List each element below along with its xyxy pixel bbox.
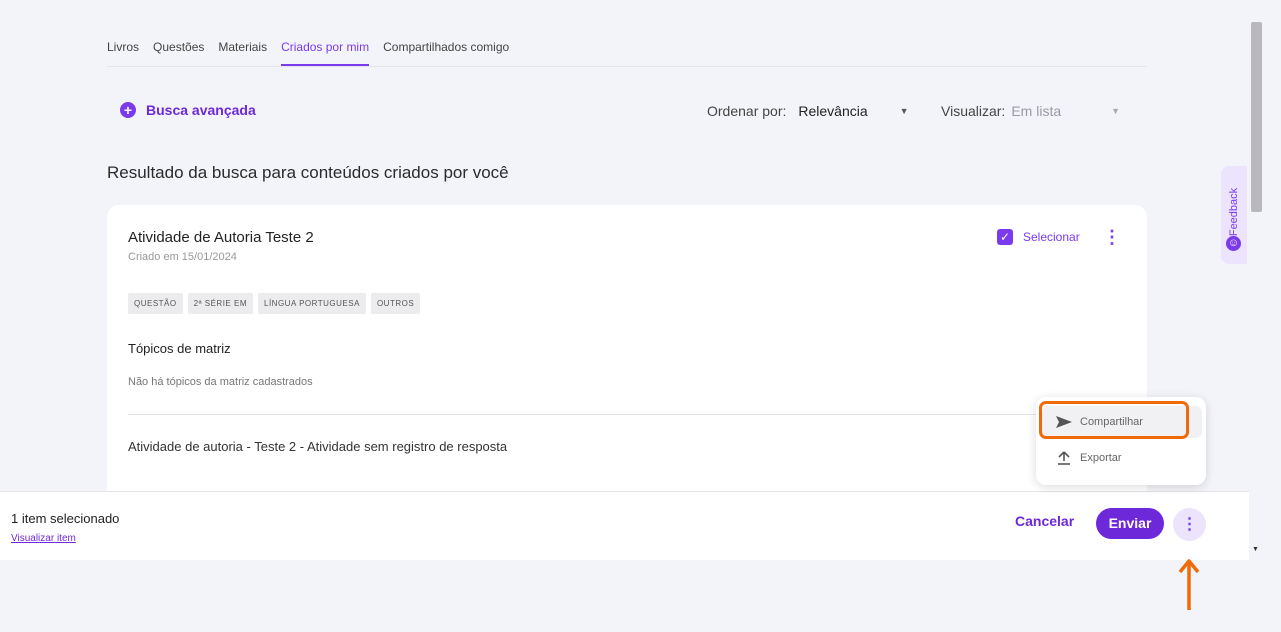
tab-materiais[interactable]: Materiais [218,40,267,67]
feedback-label: Feedback [1228,187,1240,237]
tag: 2ª SÉRIE EM [187,293,253,314]
card-date: Criado em 15/01/2024 [128,251,237,263]
scroll-down-icon[interactable]: ▼ [1252,546,1259,553]
sort-label: Ordenar por: [707,103,787,119]
tabs-divider [107,66,1147,67]
up-arrow-annotation [1178,559,1200,610]
menu-item-label: Compartilhar [1080,416,1143,428]
topics-empty-message: Não há tópicos da matriz cadastrados [128,376,313,388]
menu-item-label: Exportar [1080,452,1122,464]
more-options-button[interactable]: ⋮ [1173,508,1206,541]
advanced-search-label: Busca avançada [146,102,256,118]
tab-compartilhados-comigo[interactable]: Compartilhados comigo [383,40,509,67]
activity-text: Atividade de autoria - Teste 2 - Ativida… [128,439,508,454]
view-select[interactable]: Em lista ▼ [1011,103,1120,119]
scrollbar[interactable]: ▼ [1249,0,1265,560]
upload-icon [1058,451,1070,465]
menu-item-share[interactable]: Compartilhar [1042,406,1202,438]
view-value: Em lista [1011,103,1062,119]
send-icon [1056,416,1072,428]
tag: LÍNGUA PORTUGUESA [258,293,366,314]
view-item-link[interactable]: Visualizar item [11,533,76,544]
sort-value: Relevância [798,103,868,119]
view-label: Visualizar: [941,103,1006,119]
advanced-search-button[interactable]: + Busca avançada [120,102,256,118]
card-divider [128,414,1128,415]
caret-down-icon: ▼ [1111,106,1121,116]
selected-count: 1 item selecionado [11,511,120,526]
tag: QUESTÃO [128,293,183,314]
select-checkbox[interactable]: ✓ Selecionar [997,229,1080,245]
page-viewport: Livros Questões Materiais Criados por mi… [0,0,1249,560]
result-card: Atividade de Autoria Teste 2 Criado em 1… [107,205,1147,535]
tab-criados-por-mim[interactable]: Criados por mim [281,40,370,67]
menu-item-export[interactable]: Exportar [1042,442,1202,474]
card-title: Atividade de Autoria Teste 2 [128,229,314,246]
smile-icon: ☺ [1226,236,1241,251]
topics-title: Tópicos de matriz [128,341,231,356]
feedback-tab[interactable]: Feedback ☺ [1221,166,1247,264]
scroll-thumb[interactable] [1251,22,1262,212]
check-icon: ✓ [997,229,1013,245]
tag: OUTROS [370,293,421,314]
cancel-button[interactable]: Cancelar [1015,513,1074,529]
sort-control: Ordenar por: Relevância ▼ [707,103,909,119]
tab-bar: Livros Questões Materiais Criados por mi… [107,40,523,67]
tag-list: QUESTÃO 2ª SÉRIE EM LÍNGUA PORTUGUESA OU… [128,293,421,314]
send-button[interactable]: Enviar [1096,508,1164,539]
tab-questoes[interactable]: Questões [153,40,204,67]
card-more-button[interactable]: ⋮ [1103,227,1121,247]
sort-select[interactable]: Relevância ▼ [798,103,908,119]
select-label: Selecionar [1023,230,1080,244]
tab-livros[interactable]: Livros [107,40,139,67]
selection-bar: 1 item selecionado Visualizar item Cance… [0,491,1249,560]
caret-down-icon: ▼ [899,106,909,116]
more-options-menu: Compartilhar Exportar [1036,397,1206,485]
plus-icon: + [120,102,136,118]
view-control: Visualizar: Em lista ▼ [941,103,1120,119]
results-title: Resultado da busca para conteúdos criado… [107,163,509,182]
